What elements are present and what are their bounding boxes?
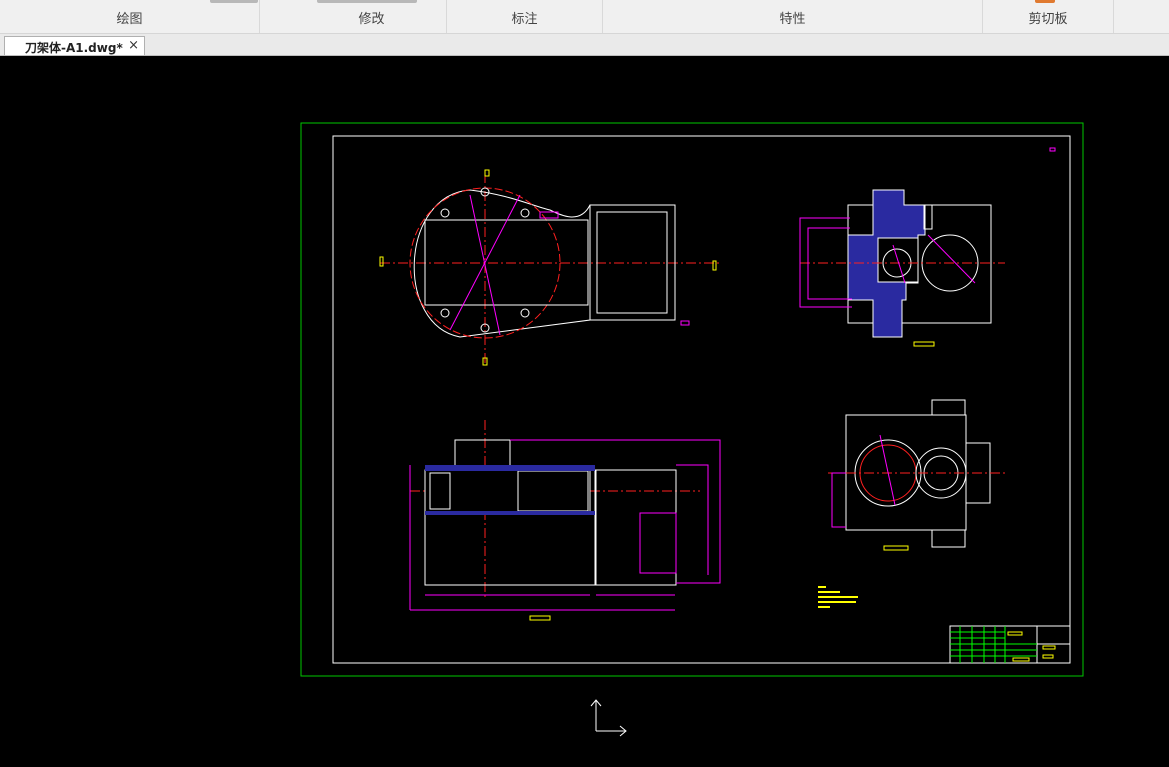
view-label-box <box>883 545 909 551</box>
cad-drawing <box>300 122 1084 737</box>
section-mark <box>712 260 717 271</box>
view-top-left <box>379 169 720 366</box>
technical-notes <box>818 586 858 608</box>
ribbon-group-label: 修改 <box>358 12 385 27</box>
drawing-canvas[interactable] <box>0 55 1169 763</box>
ribbon-icons-peek <box>1035 0 1055 3</box>
ribbon-group-clipboard[interactable]: 剪切板 <box>983 0 1114 33</box>
title-block <box>949 625 1071 664</box>
ribbon-group-label: 剪切板 <box>1028 12 1068 27</box>
ribbon-group-modify[interactable]: 修改 <box>297 0 447 33</box>
dimension-line <box>676 464 709 575</box>
bolt-hole <box>520 208 530 218</box>
section-mark <box>484 169 490 177</box>
flange-section <box>595 469 677 586</box>
bolt-hole <box>520 308 530 318</box>
dimension-line <box>927 234 976 284</box>
boss-bottom <box>931 529 966 548</box>
section-mark <box>379 256 384 267</box>
ribbon-group-draw[interactable]: 绘图 <box>0 0 260 33</box>
ribbon-group-label: 标注 <box>511 12 538 27</box>
hatch-strip <box>425 511 595 515</box>
bolt-hole <box>440 208 450 218</box>
document-tab[interactable]: 刀架体-A1.dwg* × <box>4 36 145 55</box>
ribbon-icons-peek <box>317 0 417 3</box>
view-bottom-left <box>409 420 721 621</box>
ribbon-group-label: 绘图 <box>116 12 143 27</box>
document-tab-title: 刀架体-A1.dwg* <box>25 41 123 55</box>
ribbon-group-properties[interactable]: 特性 <box>603 0 983 33</box>
view-label-box <box>529 615 551 621</box>
document-tab-bar: 刀架体-A1.dwg* × <box>0 34 1169 56</box>
ribbon-icons-peek <box>210 0 258 3</box>
close-icon[interactable]: × <box>128 38 139 53</box>
bolt-hole <box>440 308 450 318</box>
ribbon-group-annotate[interactable]: 标注 <box>447 0 603 33</box>
view-top-right <box>799 189 1005 347</box>
dimension-box <box>639 512 677 574</box>
ribbon-group-label: 特性 <box>779 12 806 27</box>
view-label-box <box>913 341 935 347</box>
boss-top <box>931 399 966 416</box>
ucs-icon <box>590 699 627 737</box>
view-bottom-right <box>828 399 1005 551</box>
dimension-tag <box>680 320 690 326</box>
hatch-strip <box>425 465 595 471</box>
ribbon-toolbar: 绘图 修改 标注 特性 剪切板 <box>0 0 1169 34</box>
dimension-bracket <box>831 472 846 528</box>
sheet-mark <box>1049 147 1056 152</box>
sheet-outer-border <box>300 122 1084 677</box>
